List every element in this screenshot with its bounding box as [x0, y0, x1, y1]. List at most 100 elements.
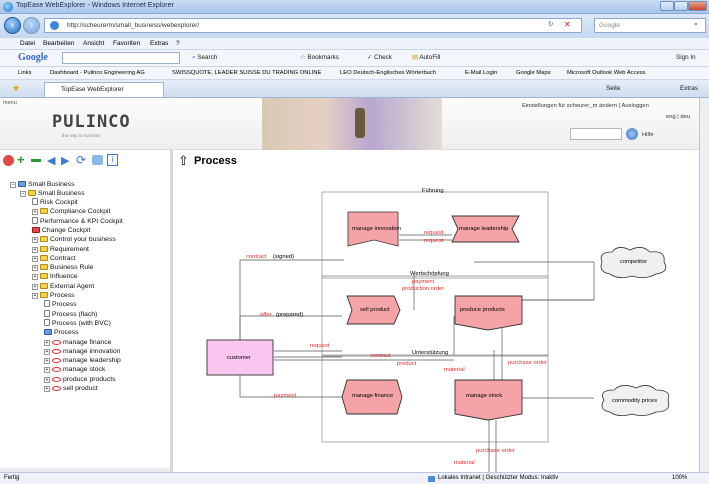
tree-item[interactable]: Process	[44, 300, 77, 309]
google-search-field[interactable]	[62, 52, 180, 64]
search-input[interactable]: Google	[594, 18, 706, 33]
info-icon[interactable]: i	[107, 154, 118, 166]
expander-icon[interactable]: +	[44, 339, 50, 346]
menu-extras[interactable]: Extras	[150, 40, 168, 47]
node-label-commodity-prices[interactable]: commodity prices	[612, 398, 657, 404]
minimize-button[interactable]	[660, 1, 674, 11]
node-label-manage-leadership[interactable]: manage leadership	[459, 226, 508, 232]
edge-label-material-2: material	[454, 460, 475, 466]
tree-item[interactable]: Risk Cockpit	[32, 198, 78, 207]
search-icon[interactable]: ⌕	[694, 21, 698, 29]
expander-icon[interactable]: +	[32, 293, 38, 299]
link-leo[interactable]: LEO Deutsch-Englisches Wörterbuch	[340, 67, 436, 79]
menu-help[interactable]: ?	[176, 40, 180, 47]
tree-item[interactable]: Process (flach)	[44, 309, 97, 319]
tree-item[interactable]: + Influence	[32, 272, 78, 281]
link-swissquote[interactable]: SWISSQUOTE, LEADER SUISSE DU TRADING ONL…	[172, 67, 321, 79]
tree-item[interactable]: + sell product	[44, 384, 98, 393]
forward-button[interactable]: ›	[23, 17, 40, 34]
expander-icon[interactable]: +	[32, 237, 38, 244]
favorites-star-icon[interactable]: ★	[12, 83, 20, 94]
close-button[interactable]	[688, 1, 707, 11]
expander-icon[interactable]: +	[44, 376, 50, 383]
autofill-button[interactable]: ▤ AutoFill	[412, 54, 440, 61]
expander-icon[interactable]: +	[44, 358, 50, 365]
node-label-manage-stock[interactable]: manage stock	[466, 393, 502, 399]
expander-icon[interactable]: +	[32, 246, 38, 253]
expander-icon[interactable]: +	[44, 386, 50, 392]
flower-icon[interactable]	[3, 155, 14, 166]
user-settings-link[interactable]: Einstellungen für scheurer_m ändern | Au…	[522, 103, 649, 109]
maximize-button[interactable]	[674, 1, 688, 11]
link-outlook[interactable]: Microsoft Outlook Web Access	[567, 67, 646, 79]
expander-icon[interactable]: +	[32, 265, 38, 272]
vertical-scrollbar[interactable]	[699, 98, 709, 472]
tree-item[interactable]: + manage leadership	[44, 356, 121, 365]
zoom-level[interactable]: 100%	[672, 473, 687, 484]
tree-item[interactable]: + manage finance	[44, 338, 111, 347]
tree-item[interactable]: + Control your business	[32, 235, 116, 244]
tree-item[interactable]: + Compliance Cockpit	[32, 207, 110, 216]
help-link[interactable]: Hilfe	[642, 132, 654, 138]
tree-root[interactable]: – Small Business	[10, 180, 74, 189]
link-dashboard[interactable]: Dashboard - Pulinco Engineering AG	[50, 67, 145, 79]
refresh-icon[interactable]: ⟳	[76, 153, 86, 167]
menu-label[interactable]: menu	[3, 100, 17, 106]
tree-node-small-business[interactable]: – Small Business	[20, 189, 84, 198]
tab-topease[interactable]: TopEase WebExplorer	[44, 82, 164, 97]
tree-item[interactable]: Performance & KPI Cockpit	[32, 216, 123, 226]
tree-item[interactable]: + Business Rule	[32, 263, 93, 272]
link-email[interactable]: E-Mail Login	[465, 67, 497, 79]
tree-item[interactable]: + manage stock	[44, 365, 105, 374]
expander-icon[interactable]: +	[44, 367, 50, 374]
tree-item[interactable]: + produce products	[44, 375, 116, 384]
bookmarks-button[interactable]: ☆ Bookmarks	[300, 54, 339, 61]
google-search-button[interactable]: ⌕ Search	[192, 54, 217, 62]
tree-item[interactable]: + Contract	[32, 254, 76, 263]
remove-icon[interactable]	[31, 159, 41, 162]
expander-icon[interactable]: +	[32, 283, 38, 290]
tree-item[interactable]: + Process	[32, 291, 75, 300]
arrow-left-icon[interactable]: ◀	[47, 154, 55, 167]
arrow-right-icon[interactable]: ▶	[61, 154, 69, 167]
add-icon[interactable]: +	[17, 153, 25, 166]
expander-icon[interactable]: –	[20, 191, 26, 197]
page-menu-button[interactable]: Seite	[606, 85, 620, 92]
tree-item[interactable]: + manage innovation	[44, 347, 120, 356]
node-label-customer[interactable]: customer	[227, 355, 251, 361]
panel-splitter[interactable]	[170, 150, 173, 472]
extras-menu-button[interactable]: Extras	[680, 85, 698, 92]
print-icon[interactable]	[92, 155, 103, 165]
tree-item[interactable]: Change Cockpit	[32, 226, 90, 235]
menu-ansicht[interactable]: Ansicht	[83, 40, 104, 47]
menu-favoriten[interactable]: Favoriten	[113, 40, 140, 47]
refresh-button[interactable]: ↻	[548, 21, 553, 28]
tree-item[interactable]: + External Agent	[32, 282, 94, 291]
node-label-produce-products[interactable]: produce products	[460, 307, 505, 313]
check-button[interactable]: ✓ Check	[367, 54, 392, 61]
signin-button[interactable]: Sign In	[676, 54, 696, 61]
expander-icon[interactable]: +	[44, 348, 50, 355]
menu-datei[interactable]: Datei	[20, 40, 35, 47]
tree-item[interactable]: Process	[44, 328, 79, 337]
help-search-icon[interactable]	[626, 128, 638, 140]
node-label-manage-finance[interactable]: manage finance	[352, 393, 393, 399]
google-logo: Google	[18, 52, 48, 63]
help-search-field[interactable]	[570, 128, 622, 140]
expander-icon[interactable]: +	[32, 255, 38, 262]
stop-button[interactable]: ✕	[564, 20, 571, 29]
tree-item-label: Performance & KPI Cockpit	[40, 217, 123, 225]
back-button[interactable]: ‹	[4, 17, 21, 34]
address-bar[interactable]: http://scheurerm/small_business/webexplo…	[44, 18, 582, 33]
menu-bearbeiten[interactable]: Bearbeiten	[43, 40, 74, 47]
node-label-competitor[interactable]: competitor	[620, 259, 647, 265]
node-label-sell-product[interactable]: sell product	[360, 307, 390, 313]
expander-icon[interactable]: +	[32, 274, 38, 281]
tree-item[interactable]: Process (with BVC)	[44, 318, 111, 328]
expander-icon[interactable]: –	[10, 182, 16, 188]
link-google-maps[interactable]: Google Maps	[516, 67, 550, 79]
language-switch[interactable]: eng | deu	[666, 114, 690, 120]
node-label-manage-innovation[interactable]: manage innovation	[352, 226, 401, 232]
tree-item[interactable]: + Requirement	[32, 245, 89, 254]
expander-icon[interactable]: +	[32, 209, 38, 216]
